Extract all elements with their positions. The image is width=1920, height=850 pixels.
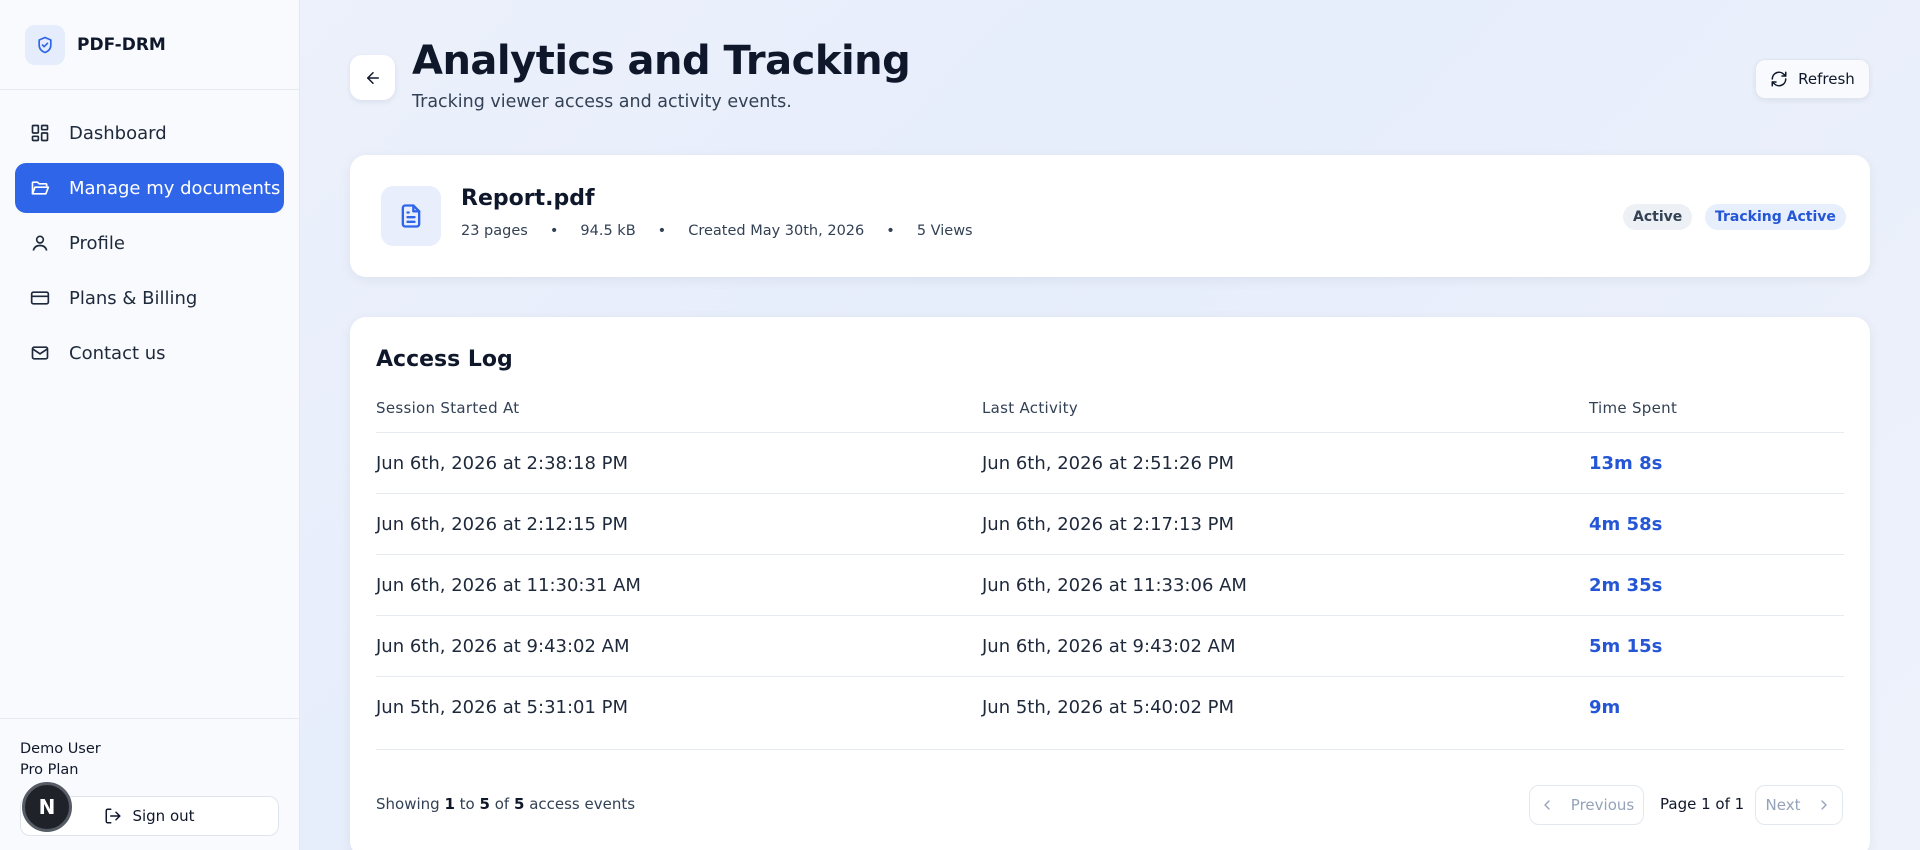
pagination-summary: Showing 1 to 5 of 5 access events [376, 795, 635, 813]
table-row: Jun 6th, 2026 at 9:43:02 AM Jun 6th, 202… [376, 616, 1844, 677]
document-card: Report.pdf 23 pages • 94.5 kB • Created … [350, 155, 1870, 277]
refresh-icon [1770, 70, 1788, 88]
cell-last-activity: Jun 6th, 2026 at 2:51:26 PM [982, 453, 1235, 474]
brand[interactable]: PDF-DRM [0, 0, 299, 90]
cell-last-activity: Jun 6th, 2026 at 11:33:06 AM [982, 575, 1247, 596]
sidebar: PDF-DRM Dashboard Manage my documents Pr… [0, 0, 300, 850]
summary-of-word: of [494, 795, 510, 813]
column-header-time-spent: Time Spent [1589, 399, 1678, 417]
summary-to: 5 [479, 795, 490, 813]
column-header-last-activity: Last Activity [982, 399, 1079, 417]
access-log-table: Jun 6th, 2026 at 2:38:18 PM Jun 6th, 202… [376, 432, 1844, 750]
user-icon [30, 233, 50, 253]
summary-to-word: to [459, 795, 475, 813]
summary-total: 5 [513, 795, 525, 813]
status-badge: Active [1623, 204, 1693, 230]
dashboard-grid-icon [30, 123, 50, 143]
sidebar-item-dashboard[interactable]: Dashboard [15, 108, 284, 158]
refresh-label: Refresh [1798, 70, 1855, 88]
cell-session-started: Jun 6th, 2026 at 2:12:15 PM [376, 514, 629, 535]
sign-out-label: Sign out [132, 807, 195, 825]
table-row: Jun 6th, 2026 at 11:30:31 AM Jun 6th, 20… [376, 555, 1844, 616]
avatar[interactable]: N [22, 782, 72, 832]
sidebar-item-contact[interactable]: Contact us [15, 328, 284, 378]
log-out-icon [104, 807, 122, 825]
cell-time-spent: 9m [1589, 697, 1621, 718]
summary-prefix: Showing [376, 795, 440, 813]
refresh-button[interactable]: Refresh [1755, 59, 1870, 99]
sidebar-item-label: Plans & Billing [69, 287, 198, 309]
file-text-icon [381, 186, 441, 246]
sidebar-item-label: Dashboard [69, 122, 167, 144]
chevron-right-icon [1816, 797, 1832, 813]
cell-last-activity: Jun 6th, 2026 at 9:43:02 AM [982, 636, 1236, 657]
cell-time-spent: 13m 8s [1589, 453, 1663, 474]
cell-last-activity: Jun 6th, 2026 at 2:17:13 PM [982, 514, 1235, 535]
sidebar-item-label: Contact us [69, 342, 166, 364]
sidebar-item-profile[interactable]: Profile [15, 218, 284, 268]
previous-label: Previous [1570, 796, 1635, 814]
table-row: Jun 5th, 2026 at 5:31:01 PM Jun 5th, 202… [376, 677, 1844, 750]
document-name: Report.pdf [461, 186, 595, 211]
credit-card-icon [30, 288, 50, 308]
tracking-badge: Tracking Active [1705, 204, 1846, 230]
document-pages: 23 pages [461, 223, 528, 239]
table-row: Jun 6th, 2026 at 2:12:15 PM Jun 6th, 202… [376, 494, 1844, 555]
summary-suffix: access events [529, 795, 636, 813]
meta-separator: • [549, 223, 559, 239]
arrow-left-icon [364, 69, 382, 87]
user-name: Demo User [20, 741, 101, 757]
next-label: Next [1765, 796, 1801, 814]
cell-time-spent: 2m 35s [1589, 575, 1663, 596]
page-title: Analytics and Tracking [412, 38, 911, 84]
sidebar-item-label: Manage my documents [69, 177, 281, 199]
access-log-card: Access Log Session Started At Last Activ… [350, 317, 1870, 850]
summary-from: 1 [444, 795, 455, 813]
meta-separator: • [886, 223, 895, 239]
cell-last-activity: Jun 5th, 2026 at 5:40:02 PM [982, 697, 1235, 718]
user-plan: Pro Plan [20, 762, 79, 778]
table-row: Jun 6th, 2026 at 2:38:18 PM Jun 6th, 202… [376, 433, 1844, 494]
back-button[interactable] [350, 55, 395, 100]
document-size: 94.5 kB [580, 223, 636, 239]
cell-time-spent: 4m 58s [1589, 514, 1663, 535]
sidebar-nav: Dashboard Manage my documents Profile Pl… [0, 90, 299, 378]
column-header-session-started: Session Started At [376, 399, 520, 417]
access-log-title: Access Log [376, 347, 513, 372]
page-indicator: Page 1 of 1 [1660, 795, 1745, 813]
next-page-button[interactable]: Next [1755, 785, 1843, 825]
document-created: Created May 30th, 2026 [688, 223, 865, 239]
meta-separator: • [657, 223, 667, 239]
previous-page-button[interactable]: Previous [1529, 785, 1644, 825]
mail-icon [30, 343, 50, 363]
sidebar-item-plans-billing[interactable]: Plans & Billing [15, 273, 284, 323]
user-block: Demo User Pro Plan Sign out N [0, 718, 300, 850]
sidebar-item-label: Profile [69, 232, 125, 254]
page-subtitle: Tracking viewer access and activity even… [412, 92, 792, 112]
document-views: 5 Views [916, 223, 973, 239]
folder-open-icon [30, 178, 50, 198]
brand-name: PDF-DRM [77, 34, 166, 55]
document-meta: 23 pages • 94.5 kB • Created May 30th, 2… [461, 223, 973, 239]
cell-session-started: Jun 6th, 2026 at 11:30:31 AM [376, 575, 641, 596]
cell-session-started: Jun 5th, 2026 at 5:31:01 PM [376, 697, 629, 718]
cell-time-spent: 5m 15s [1589, 636, 1663, 657]
sidebar-item-manage-documents[interactable]: Manage my documents [15, 163, 284, 213]
cell-session-started: Jun 6th, 2026 at 2:38:18 PM [376, 453, 629, 474]
chevron-left-icon [1539, 797, 1555, 813]
shield-check-icon [25, 24, 65, 65]
cell-session-started: Jun 6th, 2026 at 9:43:02 AM [376, 636, 630, 657]
